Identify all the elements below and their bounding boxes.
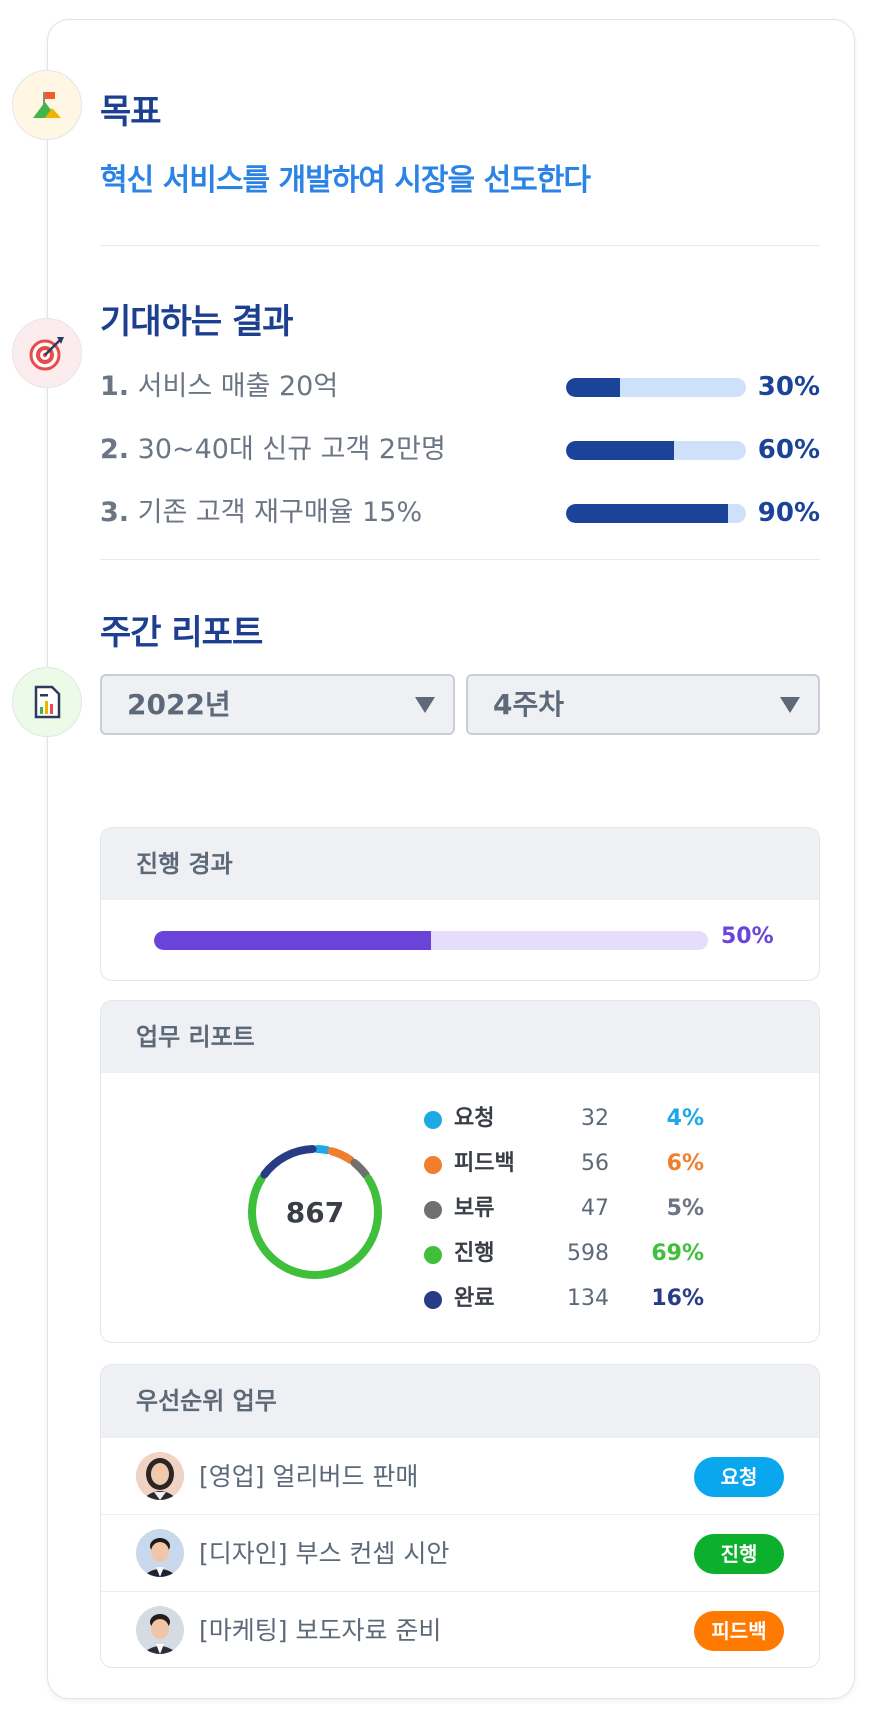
legend-item-feedback: 피드백 56 6%	[424, 1144, 704, 1184]
result-progress-bar	[566, 504, 746, 523]
progress-bar	[154, 931, 708, 950]
task-donut-chart: 867	[248, 1145, 382, 1279]
goal-flag-icon	[12, 70, 82, 140]
legend-item-in-progress: 진행 598 69%	[424, 1234, 704, 1274]
goal-text: 혁신 서비스를 개발하여 시장을 선도한다	[100, 163, 591, 198]
donut-segment-feedback	[327, 1147, 355, 1165]
progress-panel: 진행 경과 50%	[100, 827, 820, 981]
result-progress-bar	[566, 441, 746, 460]
priority-panel: 우선순위 업무 [영업] 얼리버드 판매 요청 [디자인] 부스 컨셉 시안 진…	[100, 1364, 820, 1668]
result-label: 2. 30~40대 신규 고객 2만명	[100, 434, 446, 465]
result-progress-bar	[566, 378, 746, 397]
legend-item-hold: 보류 47 5%	[424, 1189, 704, 1229]
chevron-down-icon	[780, 697, 800, 713]
legend-item-done: 완료 134 16%	[424, 1279, 704, 1319]
chevron-down-icon	[415, 697, 435, 713]
avatar	[136, 1606, 184, 1654]
weekly-report-title: 주간 리포트	[100, 613, 263, 653]
result-row-2: 2. 30~40대 신규 고객 2만명 60%	[100, 430, 820, 470]
result-row-1: 1. 서비스 매출 20억 30%	[100, 367, 820, 407]
progress-percent: 50%	[721, 924, 774, 949]
donut-total: 867	[286, 1196, 344, 1229]
week-select-value: 4주차	[493, 688, 565, 721]
donut-segment-done	[260, 1145, 317, 1179]
avatar	[136, 1452, 184, 1500]
priority-item-text: [영업] 얼리버드 판매	[199, 1462, 419, 1491]
avatar	[136, 1529, 184, 1577]
year-select[interactable]: 2022년	[100, 674, 455, 735]
divider	[100, 559, 820, 560]
results-title: 기대하는 결과	[100, 302, 294, 342]
task-legend: 요청 32 4% 피드백 56 6% 보류 47 5% 진행 598 69% 완…	[424, 1099, 704, 1329]
result-label: 1. 서비스 매출 20억	[100, 371, 339, 402]
result-percent: 90%	[757, 498, 820, 528]
status-badge: 요청	[694, 1457, 784, 1497]
donut-segment-hold	[350, 1158, 370, 1179]
divider	[100, 245, 820, 246]
target-icon	[12, 318, 82, 388]
task-report-panel: 업무 리포트 867 요청 32 4% 피드백 56 6% 보류 47 5% 진…	[100, 1000, 820, 1343]
priority-item[interactable]: [디자인] 부스 컨셉 시안 진행	[101, 1514, 819, 1591]
goal-title: 목표	[100, 92, 162, 132]
status-badge: 피드백	[694, 1611, 784, 1651]
priority-item[interactable]: [영업] 얼리버드 판매 요청	[101, 1437, 819, 1514]
result-row-3: 3. 기존 고객 재구매율 15% 90%	[100, 493, 820, 533]
week-select[interactable]: 4주차	[466, 674, 820, 735]
legend-item-request: 요청 32 4%	[424, 1099, 704, 1139]
status-badge: 진행	[694, 1534, 784, 1574]
donut-segment-request	[313, 1145, 332, 1155]
priority-item[interactable]: [마케팅] 보도자료 준비 피드백	[101, 1591, 819, 1667]
report-icon	[12, 667, 82, 737]
result-percent: 30%	[757, 372, 820, 402]
progress-panel-title: 진행 경과	[101, 828, 819, 900]
priority-panel-title: 우선순위 업무	[101, 1365, 819, 1437]
result-percent: 60%	[757, 435, 820, 465]
task-report-title: 업무 리포트	[101, 1001, 819, 1073]
priority-item-text: [디자인] 부스 컨셉 시안	[199, 1539, 450, 1568]
priority-item-text: [마케팅] 보도자료 준비	[199, 1616, 442, 1645]
result-label: 3. 기존 고객 재구매율 15%	[100, 497, 423, 528]
year-select-value: 2022년	[127, 688, 231, 721]
